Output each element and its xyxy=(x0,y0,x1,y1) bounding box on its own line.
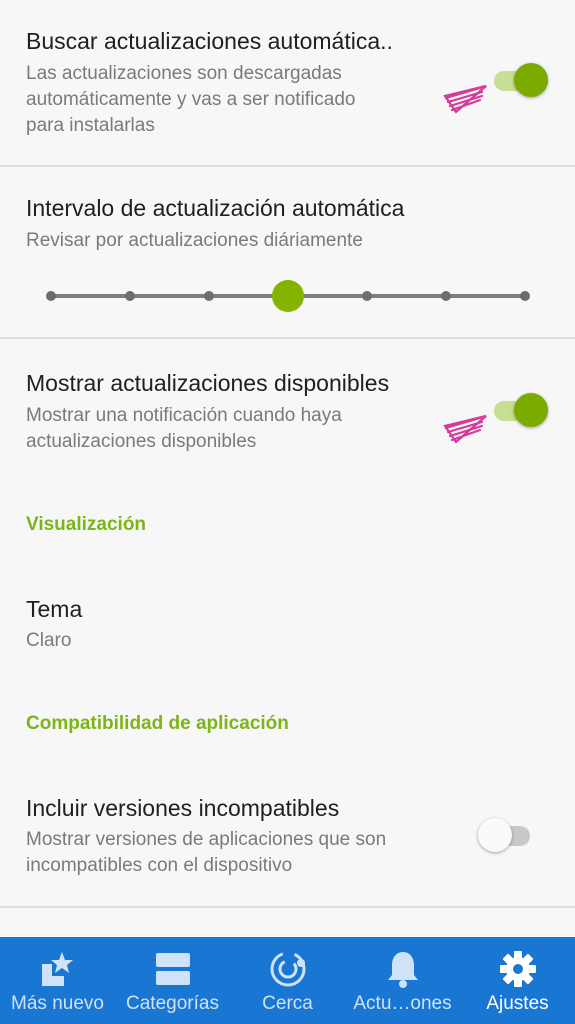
nav-label: Actu…ones xyxy=(353,993,452,1014)
nav-label: Ajustes xyxy=(486,993,549,1014)
pref-auto-updates-subtitle-3: para instalarlas xyxy=(26,115,155,136)
incompatible-versions-toggle[interactable] xyxy=(478,815,536,855)
slider-tick[interactable] xyxy=(204,291,214,301)
star-badge-icon xyxy=(36,949,80,989)
pref-theme-subtitle: Claro xyxy=(26,630,72,651)
pref-update-interval-subtitle: Revisar por actualizaciones diáriamente xyxy=(26,230,363,251)
bell-icon xyxy=(381,949,425,989)
auto-updates-toggle[interactable] xyxy=(490,60,548,100)
update-interval-slider[interactable] xyxy=(46,280,530,312)
section-header-compat: Compatibilidad de aplicación xyxy=(26,713,289,734)
pref-show-updates-subtitle-1: Mostrar una notificación cuando haya xyxy=(26,405,342,426)
divider xyxy=(0,337,575,339)
nav-item-categories[interactable]: Categorías xyxy=(115,937,230,1024)
pref-incompatible-subtitle-1: Mostrar versiones de aplicaciones que so… xyxy=(26,829,387,850)
pref-show-updates-title: Mostrar actualizaciones disponibles xyxy=(26,370,390,396)
pref-auto-updates-subtitle-1: Las actualizaciones son descargadas xyxy=(26,63,342,84)
slider-tick[interactable] xyxy=(125,291,135,301)
nav-item-newest[interactable]: Más nuevo xyxy=(0,937,115,1024)
pref-theme-title: Tema xyxy=(26,596,83,622)
bottom-navigation: Más nuevo Categorías Cerca Actu…ones Aju… xyxy=(0,937,575,1024)
pref-auto-updates-subtitle-2: automáticamente y vas a ser notificado xyxy=(26,89,356,110)
pref-update-interval-title: Intervalo de actualización automática xyxy=(26,195,405,221)
slider-tick[interactable] xyxy=(46,291,56,301)
nav-item-updates[interactable]: Actu…ones xyxy=(345,937,460,1024)
divider xyxy=(0,906,575,908)
toggle-thumb xyxy=(514,393,548,427)
nav-label: Más nuevo xyxy=(11,993,104,1014)
toggle-thumb xyxy=(478,818,512,852)
nav-label: Cerca xyxy=(262,993,313,1014)
slider-tick[interactable] xyxy=(520,291,530,301)
gear-icon xyxy=(496,949,540,989)
pref-incompatible-subtitle-2: incompatibles con el dispositivo xyxy=(26,855,293,876)
toggle-thumb xyxy=(514,63,548,97)
pref-auto-updates-title: Buscar actualizaciones automática.. xyxy=(26,28,393,54)
nearby-icon xyxy=(266,949,310,989)
pref-incompatible-title: Incluir versiones incompatibles xyxy=(26,795,340,821)
slider-thumb[interactable] xyxy=(272,280,304,312)
annotation-arrow-icon xyxy=(443,414,487,444)
categories-icon xyxy=(151,949,195,989)
divider xyxy=(0,165,575,167)
nav-item-nearby[interactable]: Cerca xyxy=(230,937,345,1024)
slider-tick[interactable] xyxy=(362,291,372,301)
nav-label: Categorías xyxy=(126,993,219,1014)
annotation-arrow-icon xyxy=(443,84,487,114)
show-updates-toggle[interactable] xyxy=(490,390,548,430)
pref-show-updates-subtitle-2: actualizaciones disponibles xyxy=(26,431,257,452)
section-header-display: Visualización xyxy=(26,514,147,535)
slider-tick[interactable] xyxy=(441,291,451,301)
nav-item-settings[interactable]: Ajustes xyxy=(460,937,575,1024)
